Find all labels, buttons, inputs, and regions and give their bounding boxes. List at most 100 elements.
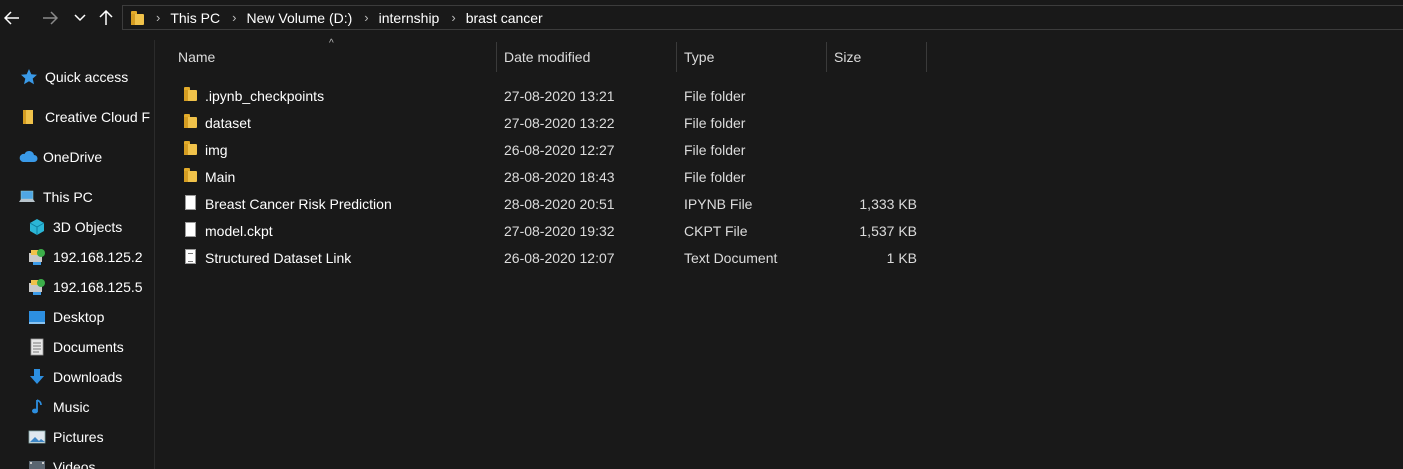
column-separator[interactable] — [826, 42, 827, 72]
file-type: File folder — [684, 168, 746, 185]
cloud-icon — [18, 148, 38, 166]
column-header-type[interactable]: Type — [684, 42, 824, 72]
back-button[interactable] — [0, 6, 24, 30]
column-separator[interactable] — [496, 42, 497, 72]
sidebar-item-3d-objects[interactable]: 3D Objects — [28, 214, 122, 240]
sidebar-item-onedrive[interactable]: OneDrive — [18, 144, 102, 170]
text-file-icon — [183, 249, 199, 265]
up-arrow-icon — [99, 10, 113, 25]
sidebar-item-label: Pictures — [53, 429, 104, 445]
file-date-modified: 26-08-2020 12:07 — [504, 249, 615, 266]
file-row[interactable]: Main 28-08-2020 18:43 File folder — [175, 163, 925, 190]
sidebar-item-quick-access[interactable]: Quick access — [20, 64, 128, 90]
forward-arrow-icon — [43, 11, 58, 25]
documents-icon — [28, 338, 46, 356]
file-name: Breast Cancer Risk Prediction — [205, 195, 392, 212]
sidebar-item-this-pc[interactable]: This PC — [18, 184, 93, 210]
file-row[interactable]: dataset 27-08-2020 13:22 File folder — [175, 109, 925, 136]
up-button[interactable] — [94, 6, 118, 30]
file-date-modified: 27-08-2020 13:21 — [504, 87, 615, 104]
sidebar-item-label: Desktop — [53, 309, 105, 325]
file-row[interactable]: .ipynb_checkpoints 27-08-2020 13:21 File… — [175, 82, 925, 109]
forward-button[interactable] — [38, 6, 62, 30]
chevron-right-icon: › — [364, 10, 369, 25]
breadcrumb-new-volume[interactable]: New Volume (D:) — [246, 10, 352, 26]
sidebar-item-label: 192.168.125.5 — [53, 279, 143, 295]
breadcrumb-internship[interactable]: internship — [379, 10, 440, 26]
sidebar-item-label: Documents — [53, 339, 124, 355]
column-header-size[interactable]: Size — [834, 42, 924, 72]
address-bar[interactable]: › This PC › New Volume (D:) › internship… — [122, 5, 1403, 30]
file-size — [830, 163, 917, 190]
column-header-label: Type — [684, 49, 715, 65]
file-type: Text Document — [684, 249, 778, 266]
sidebar-item-downloads[interactable]: Downloads — [28, 364, 122, 390]
folder-icon — [183, 87, 199, 103]
file-date-modified: 27-08-2020 13:22 — [504, 114, 615, 131]
file-date-modified: 28-08-2020 18:43 — [504, 168, 615, 185]
navigation-toolbar: › This PC › New Volume (D:) › internship… — [0, 0, 1403, 36]
back-arrow-icon — [4, 11, 19, 25]
file-icon — [183, 195, 199, 211]
file-date-modified: 27-08-2020 19:32 — [504, 222, 615, 239]
file-name: img — [205, 141, 228, 158]
sidebar-item-label: 3D Objects — [53, 219, 123, 235]
file-date-modified: 26-08-2020 12:27 — [504, 141, 615, 158]
sidebar-item-network-drive-1[interactable]: 192.168.125.2 — [28, 244, 143, 270]
column-header-date-modified[interactable]: Date modified — [504, 42, 674, 72]
column-header-label: Name — [178, 49, 216, 65]
file-type: File folder — [684, 87, 746, 104]
file-type: File folder — [684, 141, 746, 158]
file-name: .ipynb_checkpoints — [205, 87, 325, 104]
file-icon — [183, 222, 199, 238]
sidebar-item-network-drive-2[interactable]: 192.168.125.5 — [28, 274, 143, 300]
file-name: dataset — [205, 114, 251, 131]
cube-icon — [28, 218, 46, 236]
download-icon — [28, 368, 46, 386]
file-row[interactable]: img 26-08-2020 12:27 File folder — [175, 136, 925, 163]
music-icon — [28, 398, 46, 416]
file-row[interactable]: model.ckpt 27-08-2020 19:32 CKPT File 1,… — [175, 217, 925, 244]
file-size: 1,333 KB — [859, 195, 917, 212]
file-size: 1 KB — [886, 249, 917, 266]
breadcrumb-this-pc[interactable]: This PC — [170, 10, 220, 26]
pane-divider[interactable] — [154, 40, 155, 469]
sidebar-item-label: Downloads — [53, 369, 123, 385]
sidebar-item-label: Creative Cloud F — [45, 109, 151, 125]
sidebar-item-videos[interactable]: Videos — [28, 454, 96, 469]
chevron-right-icon: › — [232, 10, 237, 25]
sidebar-item-creative-cloud[interactable]: Creative Cloud F — [20, 104, 150, 130]
column-separator[interactable] — [676, 42, 677, 72]
file-type: CKPT File — [684, 222, 748, 239]
sidebar-item-label: OneDrive — [43, 149, 103, 165]
navigation-pane: Quick access Creative Cloud F OneDrive T… — [0, 36, 154, 469]
sidebar-item-desktop[interactable]: Desktop — [28, 304, 104, 330]
file-size — [830, 109, 917, 136]
folder-icon — [183, 141, 199, 157]
file-name: Structured Dataset Link — [205, 249, 352, 266]
column-header-label: Date modified — [504, 49, 591, 65]
videos-icon — [28, 458, 46, 469]
sidebar-item-pictures[interactable]: Pictures — [28, 424, 104, 450]
chevron-down-icon — [74, 14, 86, 22]
network-drive-icon — [28, 278, 46, 296]
column-separator[interactable] — [926, 42, 927, 72]
file-type: File folder — [684, 114, 746, 131]
sidebar-item-music[interactable]: Music — [28, 394, 90, 420]
column-header-label: Size — [834, 49, 862, 65]
folder-icon — [20, 108, 38, 126]
file-row[interactable]: Structured Dataset Link 26-08-2020 12:07… — [175, 244, 925, 271]
star-icon — [20, 68, 38, 86]
pictures-icon — [28, 428, 46, 446]
breadcrumb-brast-cancer[interactable]: brast cancer — [466, 10, 543, 26]
computer-icon — [18, 188, 36, 206]
recent-locations-button[interactable] — [68, 6, 92, 30]
column-header-name[interactable]: Name — [176, 42, 496, 72]
sidebar-item-documents[interactable]: Documents — [28, 334, 124, 360]
network-drive-icon — [28, 248, 46, 266]
file-type: IPYNB File — [684, 195, 753, 212]
file-date-modified: 28-08-2020 20:51 — [504, 195, 615, 212]
file-row[interactable]: Breast Cancer Risk Prediction 28-08-2020… — [175, 190, 925, 217]
file-size: 1,537 KB — [859, 222, 917, 239]
sidebar-item-label: Quick access — [45, 69, 129, 85]
